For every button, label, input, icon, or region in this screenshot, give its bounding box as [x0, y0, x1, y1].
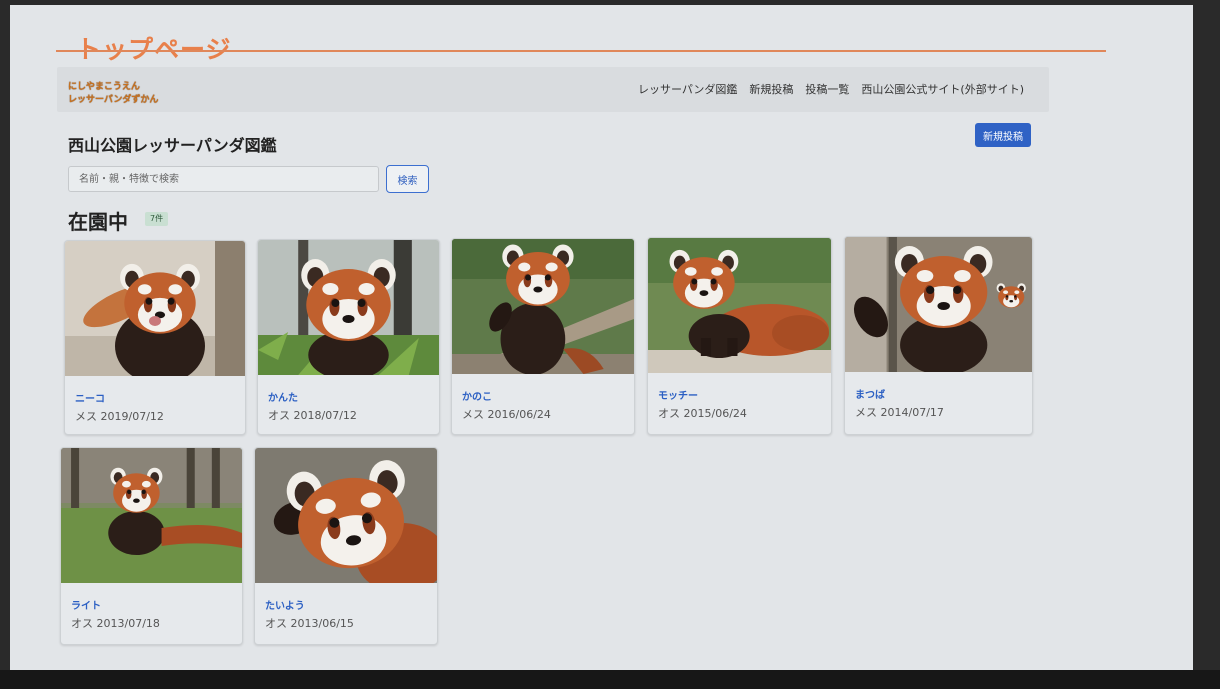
nav-link-post-list[interactable]: 投稿一覧 [805, 81, 849, 97]
panda-card[interactable]: ニーコ メス 2019/07/12 [64, 240, 246, 435]
panda-name[interactable]: ニーコ [75, 390, 105, 405]
screen-bezel [0, 670, 1220, 689]
panda-name[interactable]: まつば [855, 386, 885, 401]
panda-card[interactable]: たいよう オス 2013/06/15 [254, 447, 438, 645]
panda-name[interactable]: ライト [71, 597, 101, 612]
panda-photo[interactable] [648, 238, 831, 373]
in-residence-heading: 在園中 [68, 210, 128, 234]
site-logo[interactable]: にしやまこうえん レッサーパンダずかん [68, 81, 168, 107]
panda-info: メス 2016/06/24 [462, 408, 551, 421]
panda-card[interactable]: まつば メス 2014/07/17 [844, 236, 1033, 435]
panda-info: オス 2015/06/24 [658, 407, 747, 420]
panda-photo[interactable] [258, 240, 439, 375]
nav-link-official-site[interactable]: 西山公園公式サイト(外部サイト) [861, 81, 1024, 97]
panda-photo[interactable] [845, 237, 1032, 372]
panda-name[interactable]: モッチー [658, 387, 698, 402]
nav-links: レッサーパンダ図鑑 新規投稿 投稿一覧 西山公園公式サイト(外部サイト) [638, 81, 1024, 97]
logo-line1: にしやまこうえん [68, 82, 140, 92]
panda-photo[interactable] [61, 448, 242, 583]
logo-line2: レッサーパンダずかん [68, 95, 159, 105]
nav-link-new-post[interactable]: 新規投稿 [749, 81, 793, 97]
panda-photo[interactable] [65, 241, 245, 376]
panda-card[interactable]: モッチー オス 2015/06/24 [647, 237, 832, 435]
panda-card[interactable]: ライト オス 2013/07/18 [60, 447, 243, 645]
panda-card[interactable]: かのこ メス 2016/06/24 [451, 238, 635, 435]
panda-info: メス 2019/07/12 [75, 410, 164, 423]
panda-photo[interactable] [255, 448, 437, 583]
panda-card[interactable]: かんた オス 2018/07/12 [257, 239, 440, 435]
panda-photo[interactable] [452, 239, 634, 374]
panda-info: オス 2013/07/18 [71, 617, 160, 630]
nav-link-zukan[interactable]: レッサーパンダ図鑑 [638, 81, 737, 97]
search-input[interactable] [68, 166, 379, 192]
panda-info: オス 2013/06/15 [265, 617, 354, 630]
panda-info: メス 2014/07/17 [855, 406, 944, 419]
panda-name[interactable]: かのこ [462, 388, 492, 403]
search-button[interactable]: 検索 [386, 165, 429, 193]
page-title: トップページ [76, 35, 232, 64]
panda-name[interactable]: かんた [268, 389, 298, 404]
title-divider [56, 50, 1106, 52]
panda-info: オス 2018/07/12 [268, 409, 357, 422]
section-heading: 西山公園レッサーパンダ図鑑 [68, 136, 277, 155]
new-post-button[interactable]: 新規投稿 [975, 123, 1031, 147]
count-badge: 7件 [145, 212, 169, 226]
panda-name[interactable]: たいよう [265, 597, 305, 612]
